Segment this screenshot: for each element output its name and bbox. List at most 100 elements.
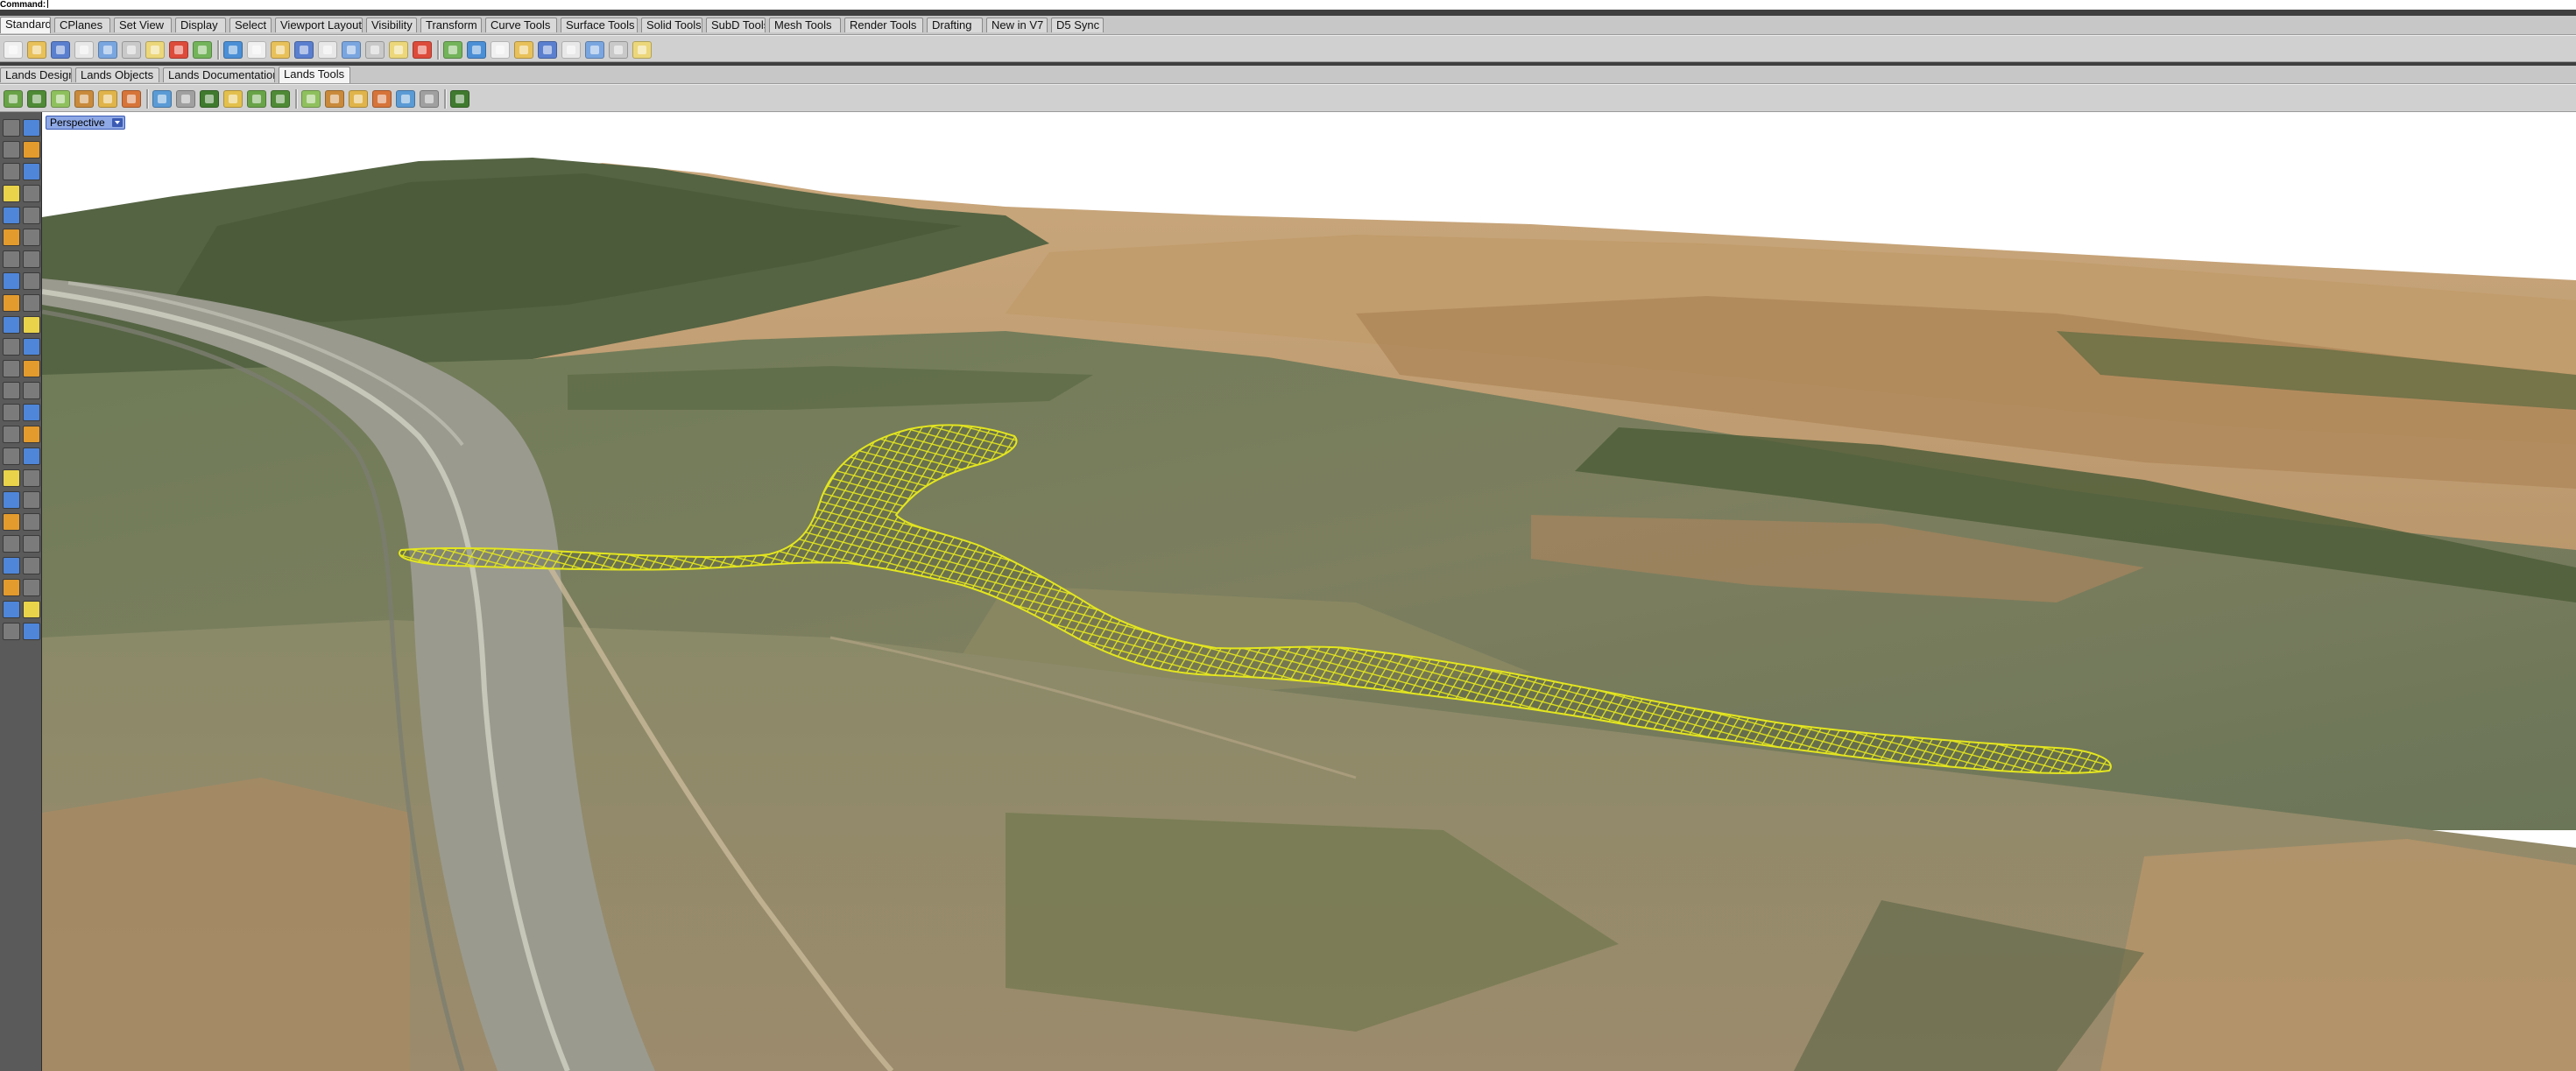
tab-surface-tools[interactable]: Surface Tools [561, 18, 638, 32]
left-tool-button[interactable] [3, 426, 20, 443]
tab-d5-sync[interactable]: D5 Sync [1051, 18, 1104, 32]
tab-set-view[interactable]: Set View [114, 18, 172, 32]
tab-mesh-tools[interactable]: Mesh Tools [769, 18, 841, 32]
left-tool-button[interactable] [3, 163, 20, 180]
lighting-fixture-icon[interactable] [301, 90, 321, 108]
tab-drafting[interactable]: Drafting [927, 18, 983, 32]
print-icon[interactable] [74, 41, 94, 59]
left-tool-button[interactable] [3, 294, 20, 312]
viewport-title-tab[interactable]: Perspective [46, 116, 125, 130]
left-tool-button[interactable] [23, 141, 40, 159]
left-tool-button[interactable] [23, 491, 40, 509]
new-file-icon[interactable] [4, 41, 23, 59]
export-icon[interactable] [396, 90, 415, 108]
zoom-extents-icon[interactable] [318, 41, 337, 59]
tree-icon[interactable] [27, 90, 46, 108]
zoom-selected-icon[interactable] [342, 41, 361, 59]
material-icon[interactable] [561, 41, 581, 59]
left-tool-button[interactable] [23, 119, 40, 137]
left-tool-button[interactable] [23, 557, 40, 574]
lock-icon[interactable] [467, 41, 486, 59]
water-icon[interactable] [247, 90, 266, 108]
left-tool-button[interactable] [3, 535, 20, 553]
cut-icon[interactable] [122, 41, 141, 59]
tab-display[interactable]: Display [175, 18, 226, 32]
render-icon[interactable] [538, 41, 557, 59]
left-tool-button[interactable] [23, 316, 40, 334]
left-tool-button[interactable] [3, 229, 20, 246]
tab-transform[interactable]: Transform [420, 18, 482, 32]
left-tool-button[interactable] [3, 623, 20, 640]
paving-icon[interactable] [223, 90, 243, 108]
rotate-view-icon[interactable] [247, 41, 266, 59]
left-tool-button[interactable] [3, 579, 20, 596]
planting-area-icon[interactable] [122, 90, 141, 108]
tab-lands-tools[interactable]: Lands Tools [279, 67, 350, 83]
left-tool-button[interactable] [23, 229, 40, 246]
left-tool-button[interactable] [3, 404, 20, 421]
left-tool-button[interactable] [3, 360, 20, 377]
layer-icon[interactable] [490, 41, 510, 59]
left-tool-button[interactable] [3, 382, 20, 399]
image-icon[interactable] [450, 90, 469, 108]
tab-select[interactable]: Select [229, 18, 272, 32]
left-tool-button[interactable] [3, 119, 20, 137]
display-mode-icon[interactable] [585, 41, 604, 59]
left-tool-button[interactable] [23, 623, 40, 640]
left-tool-button[interactable] [23, 338, 40, 356]
left-tool-button[interactable] [23, 513, 40, 531]
four-viewports-icon[interactable] [365, 41, 385, 59]
save-icon[interactable] [51, 41, 70, 59]
select-icon[interactable] [389, 41, 408, 59]
chevron-down-icon[interactable] [111, 118, 123, 127]
import-icon[interactable] [98, 41, 117, 59]
undo-icon[interactable] [193, 41, 212, 59]
left-tool-button[interactable] [3, 513, 20, 531]
tab-cplanes[interactable]: CPlanes [54, 18, 110, 32]
left-tool-button[interactable] [3, 185, 20, 202]
left-tool-button[interactable] [23, 207, 40, 224]
tab-solid-tools[interactable]: Solid Tools [641, 18, 702, 32]
show-icon[interactable] [443, 41, 462, 59]
zoom-icon[interactable] [271, 41, 290, 59]
terrain-icon[interactable] [200, 90, 219, 108]
fence-icon[interactable] [152, 90, 172, 108]
left-tool-button[interactable] [23, 579, 40, 596]
left-tool-button[interactable] [23, 404, 40, 421]
hedge-icon[interactable] [74, 90, 94, 108]
left-tool-button[interactable] [3, 557, 20, 574]
left-tool-button[interactable] [23, 163, 40, 180]
zoom-window-icon[interactable] [294, 41, 314, 59]
tab-lands-objects[interactable]: Lands Objects [75, 67, 159, 82]
tab-curve-tools[interactable]: Curve Tools [485, 18, 557, 32]
shrub-icon[interactable] [51, 90, 70, 108]
furniture-icon[interactable] [271, 90, 290, 108]
left-tool-button[interactable] [23, 294, 40, 312]
tab-lands-documentation[interactable]: Lands Documentation [163, 67, 275, 82]
tab-visibility[interactable]: Visibility [366, 18, 417, 32]
left-tool-button[interactable] [3, 207, 20, 224]
left-tool-button[interactable] [23, 360, 40, 377]
left-tool-button[interactable] [3, 338, 20, 356]
perspective-viewport[interactable]: Perspective [42, 112, 2576, 1071]
tab-lands-design[interactable]: Lands Design [0, 67, 72, 82]
measure-icon[interactable] [372, 90, 392, 108]
pan-icon[interactable] [223, 41, 243, 59]
left-tool-button[interactable] [3, 141, 20, 159]
tab-viewport-layout[interactable]: Viewport Layout [275, 18, 363, 32]
left-tool-button[interactable] [23, 447, 40, 465]
tab-render-tools[interactable]: Render Tools [844, 18, 923, 32]
path-icon[interactable] [176, 90, 195, 108]
left-tool-button[interactable] [3, 272, 20, 290]
left-tool-button[interactable] [23, 535, 40, 553]
help-icon[interactable] [632, 41, 652, 59]
left-tool-button[interactable] [23, 272, 40, 290]
paste-icon[interactable] [169, 41, 188, 59]
left-tool-button[interactable] [3, 447, 20, 465]
left-tool-button[interactable] [23, 426, 40, 443]
left-tool-button[interactable] [3, 250, 20, 268]
left-tool-button[interactable] [23, 601, 40, 618]
report-icon[interactable] [420, 90, 439, 108]
contour-icon[interactable] [349, 90, 368, 108]
copy-icon[interactable] [145, 41, 165, 59]
